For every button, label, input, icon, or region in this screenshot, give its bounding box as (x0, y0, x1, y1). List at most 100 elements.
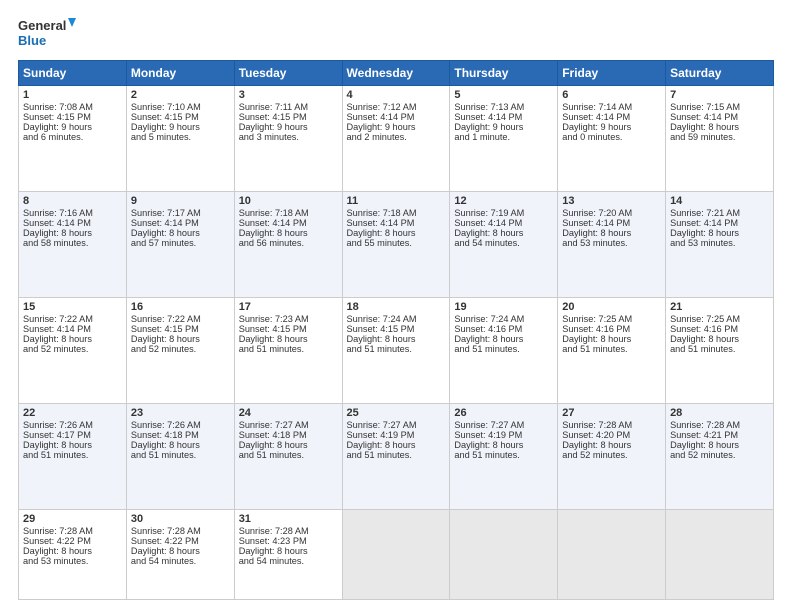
day-info-line: Sunrise: 7:26 AM (131, 420, 230, 430)
day-info-line: and 54 minutes. (239, 556, 338, 566)
day-number: 20 (562, 301, 661, 313)
day-number: 8 (23, 195, 122, 207)
day-info-line: Sunset: 4:14 PM (347, 218, 446, 228)
day-info-line: Sunset: 4:15 PM (131, 112, 230, 122)
day-info-line: Daylight: 8 hours (562, 440, 661, 450)
day-info-line: Sunset: 4:15 PM (239, 324, 338, 334)
day-info-line: Sunset: 4:15 PM (239, 112, 338, 122)
day-info-line: Sunset: 4:23 PM (239, 536, 338, 546)
day-info-line: Sunset: 4:22 PM (131, 536, 230, 546)
calendar-cell: 10Sunrise: 7:18 AMSunset: 4:14 PMDayligh… (234, 191, 342, 297)
day-info-line: Daylight: 8 hours (562, 334, 661, 344)
day-info-line: and 51 minutes. (562, 344, 661, 354)
day-info-line: Sunset: 4:14 PM (23, 324, 122, 334)
day-info-line: Sunset: 4:14 PM (562, 218, 661, 228)
calendar-cell: 21Sunrise: 7:25 AMSunset: 4:16 PMDayligh… (666, 297, 774, 403)
day-info-line: Sunrise: 7:20 AM (562, 208, 661, 218)
day-info-line: Sunset: 4:14 PM (23, 218, 122, 228)
day-info-line: Sunset: 4:14 PM (670, 112, 769, 122)
day-info-line: Sunrise: 7:27 AM (454, 420, 553, 430)
col-header-thursday: Thursday (450, 61, 558, 86)
day-info-line: Sunrise: 7:25 AM (670, 314, 769, 324)
calendar-cell: 31Sunrise: 7:28 AMSunset: 4:23 PMDayligh… (234, 509, 342, 599)
day-info-line: and 0 minutes. (562, 132, 661, 142)
calendar-cell: 5Sunrise: 7:13 AMSunset: 4:14 PMDaylight… (450, 86, 558, 192)
day-info-line: Daylight: 8 hours (131, 546, 230, 556)
calendar-cell: 28Sunrise: 7:28 AMSunset: 4:21 PMDayligh… (666, 403, 774, 509)
svg-text:Blue: Blue (18, 33, 46, 48)
col-header-saturday: Saturday (666, 61, 774, 86)
day-info-line: and 52 minutes. (670, 450, 769, 460)
day-number: 18 (347, 301, 446, 313)
day-info-line: and 52 minutes. (562, 450, 661, 460)
day-info-line: and 5 minutes. (131, 132, 230, 142)
day-info-line: and 52 minutes. (23, 344, 122, 354)
calendar-cell: 16Sunrise: 7:22 AMSunset: 4:15 PMDayligh… (126, 297, 234, 403)
day-number: 4 (347, 89, 446, 101)
day-info-line: Daylight: 9 hours (239, 122, 338, 132)
day-info-line: and 54 minutes. (131, 556, 230, 566)
calendar-cell: 30Sunrise: 7:28 AMSunset: 4:22 PMDayligh… (126, 509, 234, 599)
calendar-cell: 9Sunrise: 7:17 AMSunset: 4:14 PMDaylight… (126, 191, 234, 297)
day-info-line: Daylight: 8 hours (454, 228, 553, 238)
day-number: 26 (454, 407, 553, 419)
day-number: 13 (562, 195, 661, 207)
day-info-line: Sunset: 4:15 PM (347, 324, 446, 334)
day-info-line: Sunrise: 7:22 AM (23, 314, 122, 324)
calendar-cell (558, 509, 666, 599)
day-info-line: Sunset: 4:14 PM (239, 218, 338, 228)
calendar-cell: 20Sunrise: 7:25 AMSunset: 4:16 PMDayligh… (558, 297, 666, 403)
day-number: 2 (131, 89, 230, 101)
calendar-cell: 29Sunrise: 7:28 AMSunset: 4:22 PMDayligh… (19, 509, 127, 599)
calendar-cell (666, 509, 774, 599)
day-number: 29 (23, 513, 122, 525)
calendar-cell: 1Sunrise: 7:08 AMSunset: 4:15 PMDaylight… (19, 86, 127, 192)
day-info-line: Sunset: 4:14 PM (562, 112, 661, 122)
day-info-line: Sunrise: 7:17 AM (131, 208, 230, 218)
day-info-line: Daylight: 9 hours (454, 122, 553, 132)
day-number: 12 (454, 195, 553, 207)
day-info-line: Sunrise: 7:28 AM (131, 526, 230, 536)
day-number: 25 (347, 407, 446, 419)
day-number: 27 (562, 407, 661, 419)
day-info-line: Sunrise: 7:15 AM (670, 102, 769, 112)
calendar-cell: 17Sunrise: 7:23 AMSunset: 4:15 PMDayligh… (234, 297, 342, 403)
calendar-cell: 19Sunrise: 7:24 AMSunset: 4:16 PMDayligh… (450, 297, 558, 403)
calendar-cell: 18Sunrise: 7:24 AMSunset: 4:15 PMDayligh… (342, 297, 450, 403)
day-info-line: Sunset: 4:22 PM (23, 536, 122, 546)
day-info-line: Sunset: 4:14 PM (670, 218, 769, 228)
calendar-cell (450, 509, 558, 599)
day-info-line: Daylight: 8 hours (239, 546, 338, 556)
day-info-line: Sunrise: 7:28 AM (670, 420, 769, 430)
day-info-line: Daylight: 8 hours (23, 546, 122, 556)
calendar-table: SundayMondayTuesdayWednesdayThursdayFrid… (18, 60, 774, 600)
calendar-cell: 15Sunrise: 7:22 AMSunset: 4:14 PMDayligh… (19, 297, 127, 403)
day-info-line: Sunrise: 7:24 AM (454, 314, 553, 324)
day-info-line: Sunrise: 7:25 AM (562, 314, 661, 324)
day-info-line: Daylight: 8 hours (239, 440, 338, 450)
day-info-line: Sunrise: 7:23 AM (239, 314, 338, 324)
day-info-line: Daylight: 8 hours (454, 440, 553, 450)
day-info-line: Daylight: 8 hours (23, 228, 122, 238)
calendar-cell: 13Sunrise: 7:20 AMSunset: 4:14 PMDayligh… (558, 191, 666, 297)
day-info-line: Sunset: 4:20 PM (562, 430, 661, 440)
calendar-cell: 7Sunrise: 7:15 AMSunset: 4:14 PMDaylight… (666, 86, 774, 192)
day-info-line: Sunset: 4:17 PM (23, 430, 122, 440)
day-info-line: Sunset: 4:14 PM (454, 112, 553, 122)
day-info-line: and 51 minutes. (239, 344, 338, 354)
day-info-line: and 3 minutes. (239, 132, 338, 142)
day-info-line: Daylight: 9 hours (23, 122, 122, 132)
day-info-line: Sunrise: 7:28 AM (23, 526, 122, 536)
day-info-line: Sunrise: 7:24 AM (347, 314, 446, 324)
day-info-line: Daylight: 8 hours (23, 440, 122, 450)
day-info-line: Sunset: 4:18 PM (131, 430, 230, 440)
calendar-cell: 11Sunrise: 7:18 AMSunset: 4:14 PMDayligh… (342, 191, 450, 297)
day-info-line: Sunset: 4:15 PM (131, 324, 230, 334)
day-number: 7 (670, 89, 769, 101)
day-info-line: Daylight: 8 hours (347, 228, 446, 238)
day-info-line: Sunrise: 7:26 AM (23, 420, 122, 430)
day-info-line: Daylight: 8 hours (347, 440, 446, 450)
day-info-line: Sunrise: 7:18 AM (239, 208, 338, 218)
day-number: 21 (670, 301, 769, 313)
day-number: 17 (239, 301, 338, 313)
